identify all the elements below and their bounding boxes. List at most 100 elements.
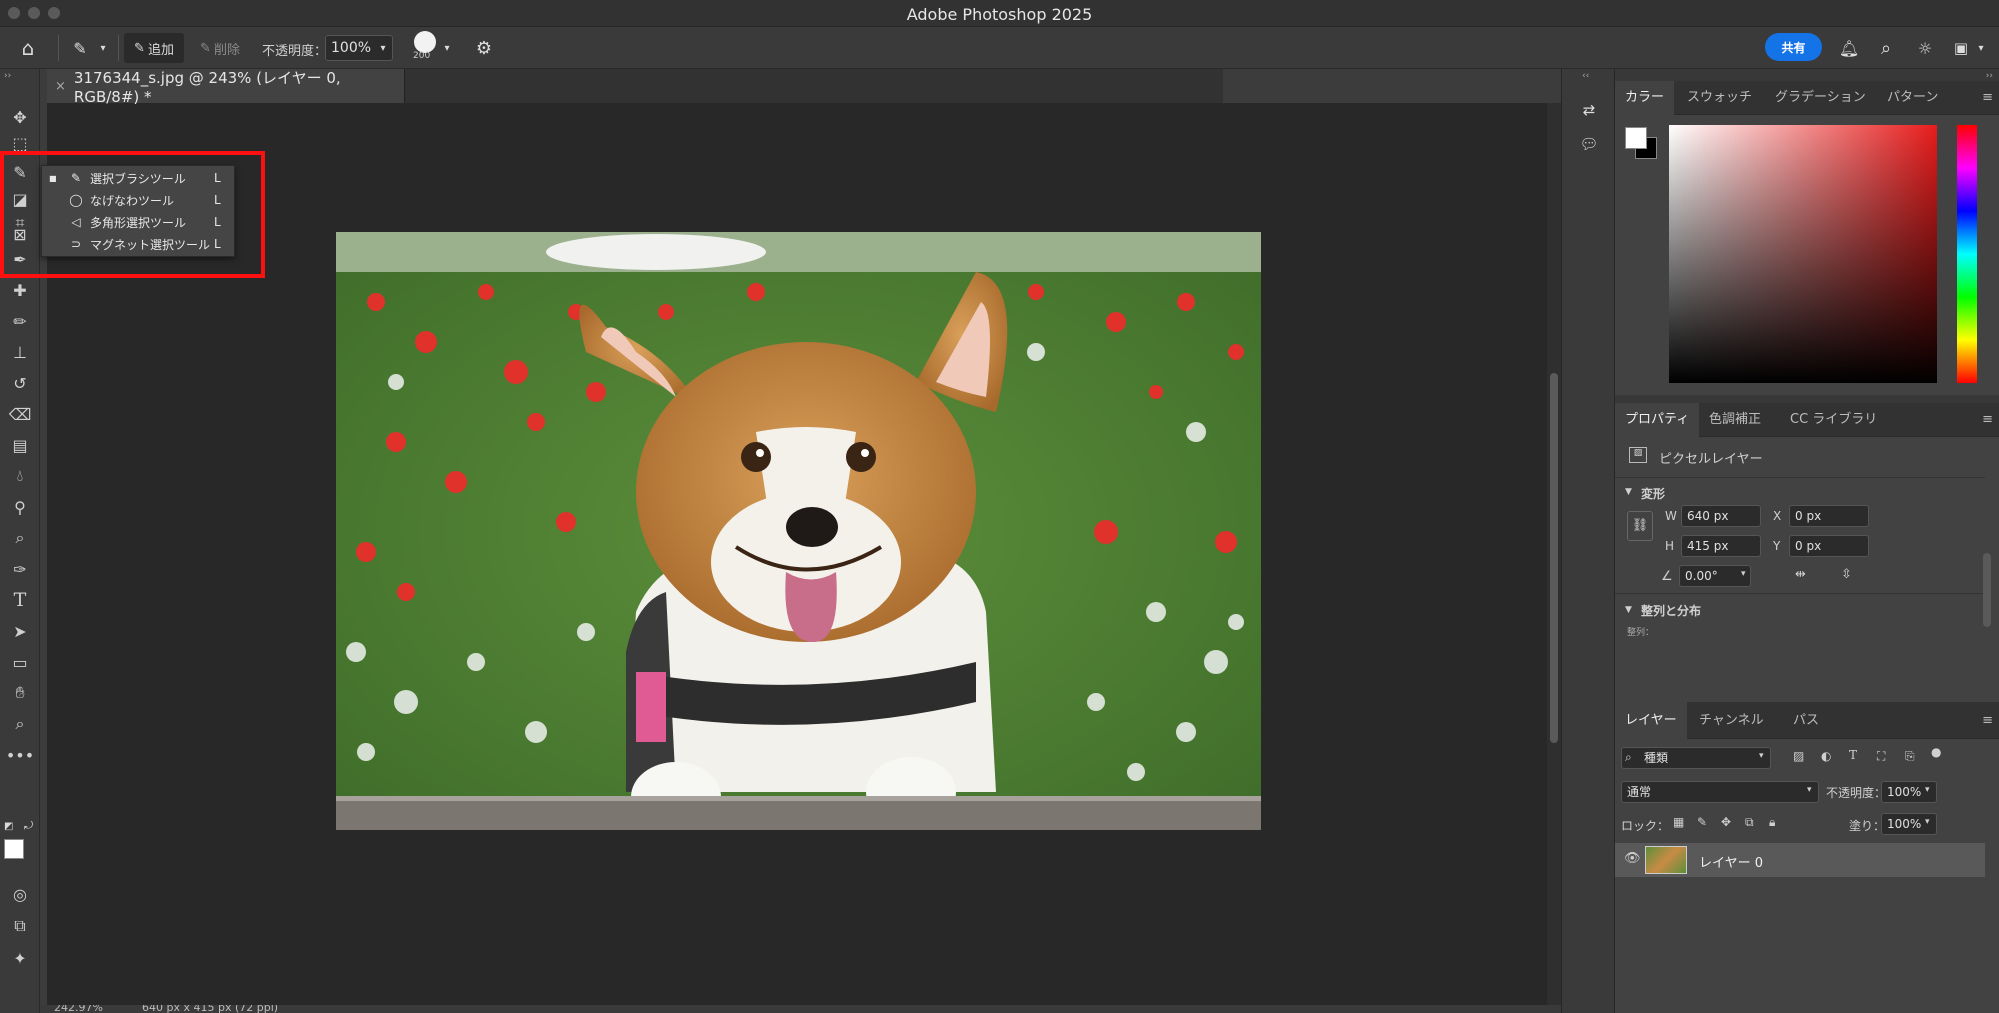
- flip-horizontal-icon[interactable]: ⇹: [1795, 567, 1806, 582]
- filter-shape-icon[interactable]: ⛶: [1877, 749, 1885, 764]
- gear-icon[interactable]: ⚙: [470, 35, 498, 61]
- title-bar: Adobe Photoshop 2025: [0, 0, 1999, 27]
- filter-toggle-icon[interactable]: ●: [1931, 745, 1941, 759]
- lock-position-icon[interactable]: ✥: [1721, 815, 1731, 829]
- screen-mode-icon[interactable]: ⧉: [8, 914, 32, 938]
- layer-row[interactable]: 👁︎ レイヤー 0: [1615, 843, 1985, 877]
- eye-icon[interactable]: 👁︎: [1624, 851, 1641, 866]
- swap-colors-icon[interactable]: ⤾: [24, 819, 33, 833]
- home-icon[interactable]: ⌂: [14, 35, 42, 61]
- scrollbar-thumb[interactable]: [1550, 373, 1558, 743]
- healing-brush-tool-icon[interactable]: ✚: [8, 278, 32, 302]
- chevron-down-icon[interactable]: ▾: [1925, 785, 1930, 795]
- x-input[interactable]: 0 px: [1789, 505, 1869, 527]
- quick-mask-icon[interactable]: ◎: [8, 882, 32, 906]
- tab-properties[interactable]: プロパティ: [1615, 403, 1700, 437]
- app-title: Adobe Photoshop 2025: [906, 5, 1093, 24]
- hand-tool-icon[interactable]: ✋︎: [8, 681, 32, 705]
- discover-lightbulb-icon[interactable]: ☼: [1912, 35, 1938, 61]
- flip-vertical-icon[interactable]: ⇳: [1841, 567, 1852, 582]
- lock-pixels-icon[interactable]: ✎: [1697, 815, 1707, 829]
- move-tool-icon[interactable]: ✥: [8, 105, 32, 129]
- opacity-label: 不透明度：: [262, 44, 328, 59]
- zoom-loupe-tool-icon[interactable]: ⌕: [8, 526, 32, 550]
- lock-all-icon[interactable]: 🔒︎: [1769, 815, 1775, 830]
- tab-patterns[interactable]: パターン: [1877, 81, 1948, 115]
- stamp-tool-icon[interactable]: ⊥: [8, 340, 32, 364]
- workspace-icon[interactable]: ▣: [1948, 35, 1974, 61]
- foreground-color-swatch[interactable]: [4, 839, 24, 859]
- brush-tool-icon[interactable]: ✏: [8, 309, 32, 333]
- zoom-status[interactable]: 242.97%: [54, 1005, 103, 1013]
- expand-toolbar-icon[interactable]: ››: [4, 71, 11, 81]
- properties-panel-tabs: プロパティ 色調補正 CC ライブラリ ≡: [1615, 403, 1999, 437]
- bell-icon[interactable]: 🔔︎: [1836, 35, 1862, 61]
- chevron-down-icon[interactable]: ▾: [440, 37, 454, 59]
- close-tab-icon[interactable]: ×: [55, 79, 66, 94]
- path-selection-tool-icon[interactable]: ➤: [8, 619, 32, 643]
- height-input[interactable]: 415 px: [1681, 535, 1761, 557]
- tab-swatches[interactable]: スウォッチ: [1677, 81, 1762, 115]
- document-tab[interactable]: × 3176344_s.jpg @ 243% (レイヤー 0, RGB/8#) …: [47, 69, 405, 106]
- layer-filter-select[interactable]: 種類: [1621, 747, 1771, 769]
- tab-gradients[interactable]: グラデーション: [1765, 81, 1876, 115]
- chevron-down-icon[interactable]: ▾: [1759, 751, 1764, 761]
- history-panel-icon[interactable]: ⇄: [1576, 97, 1602, 123]
- generative-icon[interactable]: ✦: [8, 946, 32, 970]
- lock-transparent-icon[interactable]: ▦: [1673, 815, 1684, 829]
- tab-adjustments[interactable]: 色調補正: [1699, 403, 1771, 437]
- remove-mode-button[interactable]: ✎ 削除: [192, 33, 248, 63]
- default-colors-icon[interactable]: ◩: [4, 821, 13, 832]
- type-tool-icon[interactable]: T: [8, 588, 32, 612]
- chevron-down-icon[interactable]: ▼: [1625, 605, 1632, 615]
- link-icon[interactable]: ⛓︎: [1627, 511, 1653, 541]
- chevron-down-icon[interactable]: ▾: [1925, 817, 1930, 827]
- chevron-down-icon[interactable]: ▾: [1741, 569, 1746, 579]
- selection-brush-preset-icon[interactable]: ✎: [66, 35, 94, 61]
- filter-adjustment-icon[interactable]: ◐: [1821, 749, 1831, 763]
- chevron-down-icon[interactable]: ▾: [96, 37, 110, 59]
- tab-color[interactable]: カラー: [1615, 81, 1675, 115]
- tab-layers[interactable]: レイヤー: [1615, 702, 1687, 739]
- chevron-down-icon[interactable]: ▾: [375, 37, 391, 59]
- zoom-tool-icon[interactable]: ⌕: [8, 712, 32, 736]
- panel-menu-icon[interactable]: ≡: [1982, 90, 1993, 105]
- y-input[interactable]: 0 px: [1789, 535, 1869, 557]
- document-image[interactable]: [336, 232, 1261, 830]
- tab-paths[interactable]: パス: [1783, 702, 1829, 739]
- more-tools-icon[interactable]: •••: [6, 743, 34, 767]
- filter-smart-object-icon[interactable]: ⎘: [1905, 749, 1915, 764]
- rectangle-tool-icon[interactable]: ▭: [8, 650, 32, 674]
- panel-menu-icon[interactable]: ≡: [1982, 713, 1993, 728]
- panel-menu-icon[interactable]: ≡: [1982, 412, 1993, 427]
- add-mode-button[interactable]: ✎ 追加: [124, 33, 184, 63]
- filter-type-icon[interactable]: T: [1849, 748, 1857, 762]
- gradient-tool-icon[interactable]: ▤: [8, 433, 32, 457]
- brush-preview-icon[interactable]: [414, 31, 436, 53]
- foreground-color-chip[interactable]: [1625, 127, 1647, 149]
- chevron-down-icon[interactable]: ▾: [1974, 37, 1988, 59]
- tab-cc-libraries[interactable]: CC ライブラリ: [1780, 403, 1887, 437]
- hue-slider[interactable]: [1957, 125, 1977, 383]
- eraser-tool-icon[interactable]: ⌫: [8, 402, 32, 426]
- chevron-down-icon[interactable]: ▾: [1807, 785, 1812, 795]
- lock-artboard-icon[interactable]: ⧉: [1745, 815, 1754, 830]
- collapse-panels-icon[interactable]: ‹‹: [1582, 71, 1589, 81]
- blur-tool-icon[interactable]: 💧︎: [8, 464, 32, 488]
- tab-channels[interactable]: チャンネル: [1689, 702, 1774, 739]
- pen-tool-icon[interactable]: ✑: [8, 557, 32, 581]
- collapse-dock-icon[interactable]: ››: [1986, 71, 1993, 81]
- share-button[interactable]: 共有: [1765, 33, 1822, 61]
- dodge-tool-icon[interactable]: ⚲: [8, 495, 32, 519]
- properties-scrollbar[interactable]: [1983, 553, 1991, 627]
- color-saturation-field[interactable]: [1669, 125, 1937, 383]
- width-input[interactable]: 640 px: [1681, 505, 1761, 527]
- comments-panel-icon[interactable]: 💬︎: [1576, 131, 1602, 157]
- blend-mode-select[interactable]: 通常: [1621, 781, 1819, 803]
- canvas-vertical-scrollbar[interactable]: [1547, 103, 1561, 1005]
- search-icon[interactable]: ⌕: [1873, 35, 1899, 61]
- history-brush-tool-icon[interactable]: ↺: [8, 371, 32, 395]
- filter-pixel-icon[interactable]: ▨: [1793, 749, 1804, 763]
- layers-panel-tabs: レイヤー チャンネル パス ≡: [1615, 702, 1999, 739]
- chevron-down-icon[interactable]: ▼: [1625, 487, 1632, 497]
